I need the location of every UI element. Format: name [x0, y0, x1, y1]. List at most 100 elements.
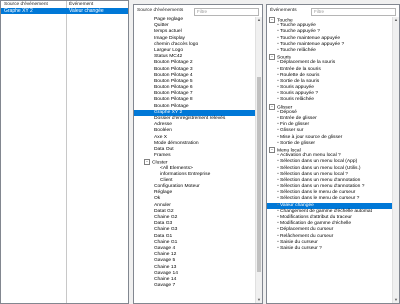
tree-item-label: Entrée de glisser: [280, 116, 317, 121]
tree-item-label: chemin d'accès logo: [154, 41, 199, 47]
column-header-source[interactable]: Source d'événement: [4, 1, 48, 8]
configured-event-row[interactable]: Graphe XY 2 Valeur changée: [1, 8, 128, 14]
events-pane: Événements Filtre − Touche •Touche appuyée…: [266, 4, 400, 304]
tree-item-label: Data Out: [154, 146, 174, 152]
tree-item-label: Bouton Pilotage 8: [154, 97, 193, 103]
tree-item-label: Sortie de la souris: [280, 78, 320, 84]
tree-item-label: Sortie de glisser: [280, 140, 316, 146]
event-sources-filter-input[interactable]: Filtre: [194, 8, 259, 16]
row-event-cell: Valeur changée: [69, 8, 104, 14]
tree-item-label: Chaine 13: [154, 264, 177, 270]
tree-item-label: Chaine 14: [154, 276, 177, 282]
collapse-icon[interactable]: −: [269, 146, 275, 153]
scroll-up-arrow-icon[interactable]: ▲: [393, 17, 399, 23]
tree-item-label: Touche relâchée: [280, 47, 316, 53]
tree-item-label: Data G1: [154, 233, 173, 239]
collapse-icon[interactable]: −: [269, 103, 275, 110]
tree-item-label: Touche appuyée: [280, 23, 316, 29]
tree-item-label: Bouton Pilotage 7: [154, 91, 193, 97]
configured-events-header: Source d'événement Événement: [1, 1, 128, 8]
tree-item-label: Chaine G3: [154, 227, 178, 233]
tree-item-label: Mode démonstration: [154, 140, 199, 146]
tree-item-label: Bouton Pilotage: [154, 103, 189, 109]
tree-item-label: Bouton Pilotage 5: [154, 78, 193, 84]
tree-item-label: Bouton Pilotage 4: [154, 72, 193, 78]
tree-item-label: Mise à jour source de glisser: [280, 134, 343, 140]
column-header-event[interactable]: Événement: [69, 1, 93, 8]
tree-item-label: Touche maintenue appuyée: [280, 35, 341, 41]
tree-item-label: Bouton Pilotage 6: [154, 85, 193, 91]
tree-item[interactable]: Gavage 7: [134, 283, 256, 289]
tree-item-label: Axe X: [154, 134, 168, 140]
tree-item-label: Sélection dans un menu local (App): [280, 159, 358, 165]
tree-item-label: Sélection dans le menu de curseur: [280, 190, 356, 196]
tree-item-label: Fin de glisser: [280, 122, 310, 128]
tree-item-label: Glisser sur: [280, 128, 304, 134]
tree-item-label: Saisie du curseur: [280, 239, 318, 245]
tree-item-label: temps actuel: [154, 29, 182, 35]
tree-item-label: Sélection dans un menu local ?: [280, 171, 348, 177]
scroll-down-arrow-icon[interactable]: ▼: [256, 297, 262, 303]
tree-item-label: Adresse: [154, 122, 172, 128]
tree-item-label: Modification de gamme d'échelle: [280, 221, 352, 227]
tree-item-label: Data G3: [154, 221, 173, 227]
tree-item-label: Client: [160, 177, 173, 183]
tree-item-label: Valeur changée: [280, 202, 314, 208]
tree-item-label: Relâchement du curseur: [280, 233, 334, 239]
tree-item-label: Sélection dans un menu d'annotation: [280, 177, 361, 183]
tree-item-label: Gavage 4: [154, 245, 176, 251]
tree-item-label: Largeur Logo: [154, 47, 184, 53]
tree-item-label: Configuration Moteur: [154, 184, 200, 190]
tree-item-label: Annuler: [154, 202, 171, 208]
collapse-icon[interactable]: −: [269, 54, 275, 61]
tree-item-label: Souris appuyée ?: [280, 91, 319, 97]
tree-item-label: Status MC42: [154, 54, 183, 60]
events-scrollbar[interactable]: ▲ ▼: [392, 17, 399, 303]
tree-item-label: Datat G2: [154, 208, 174, 214]
event-sources-tree[interactable]: Page reglage Quitter temps actuel Image Dis…: [134, 17, 256, 303]
collapse-icon[interactable]: −: [269, 17, 275, 23]
tree-item-label: Gavage 14: [154, 270, 178, 276]
collapse-icon[interactable]: −: [144, 159, 150, 166]
tree-item-label: Sélection dans un menu local (Utilis.): [280, 165, 361, 171]
tree-item[interactable]: •Saisie du curseur ?: [267, 246, 393, 252]
tree-item-label: Réglage: [154, 190, 173, 196]
tree-item-label: Déposé: [280, 109, 297, 115]
tree-item-label: Bouton Pilotage 3: [154, 66, 193, 72]
tree-item-label: Dossier d'enregistrement relevés: [154, 116, 226, 121]
tree-item-label: Bouton Pilotage 2: [154, 60, 193, 66]
tree-item-label: Booléen: [154, 128, 172, 134]
tree-item-label: Page reglage: [154, 17, 184, 22]
configured-events-list[interactable]: Source d'événement Événement Graphe XY 2…: [0, 0, 129, 304]
tree-item-label: Sélection dans le menu de curseur ?: [280, 196, 360, 202]
scroll-down-arrow-icon[interactable]: ▼: [393, 297, 399, 303]
tree-item-label: Image Display: [154, 35, 185, 41]
tree-item-label: Chaine 12: [154, 252, 177, 258]
tree-item-label: Gavage 7: [154, 283, 176, 289]
tree-item-label: Touche appuyée ?: [280, 29, 320, 35]
tree-item-label: Souris appuyée: [280, 85, 314, 91]
scroll-thumb[interactable]: [257, 77, 261, 272]
tree-item-label: Activation d'un menu local ?: [280, 153, 341, 159]
row-source-cell: Graphe XY 2: [4, 8, 33, 14]
tree-item-label: Chaine G2: [154, 215, 178, 220]
tree-item-label: Ok: [154, 196, 161, 202]
tree-item-label: Graphe XY 2: [154, 109, 183, 115]
tree-item-label: Déplacement de la souris: [280, 60, 336, 66]
events-tree[interactable]: − Touche •Touche appuyée •Touche appuyée ? •…: [267, 17, 393, 303]
tree-item-label: Gavage 5: [154, 258, 176, 264]
event-sources-pane: Source d'événements Filtre Page reglage Q…: [133, 4, 263, 304]
events-filter-input[interactable]: Filtre: [311, 8, 396, 16]
tree-item-label: Roulette de souris: [280, 72, 320, 78]
column-divider: [66, 1, 67, 303]
tree-item-label: Quitter: [154, 23, 169, 29]
tree-item-label: Modifications d'attribut du traceur: [280, 215, 352, 220]
scroll-up-arrow-icon[interactable]: ▲: [256, 17, 262, 23]
event-sources-scrollbar[interactable]: ▲ ▼: [255, 17, 262, 303]
tree-item-label: Touche maintenue appuyée ?: [280, 41, 345, 47]
tree-item-label: Frames: [154, 153, 171, 159]
tree-item-label: Changement de gamme d'échelle automat: [280, 208, 373, 214]
tree-item-label: Déplacement du curseur: [280, 227, 334, 233]
tree-item-label: <All Elements>: [160, 165, 193, 171]
tree-item-label: Saisie du curseur ?: [280, 245, 322, 251]
